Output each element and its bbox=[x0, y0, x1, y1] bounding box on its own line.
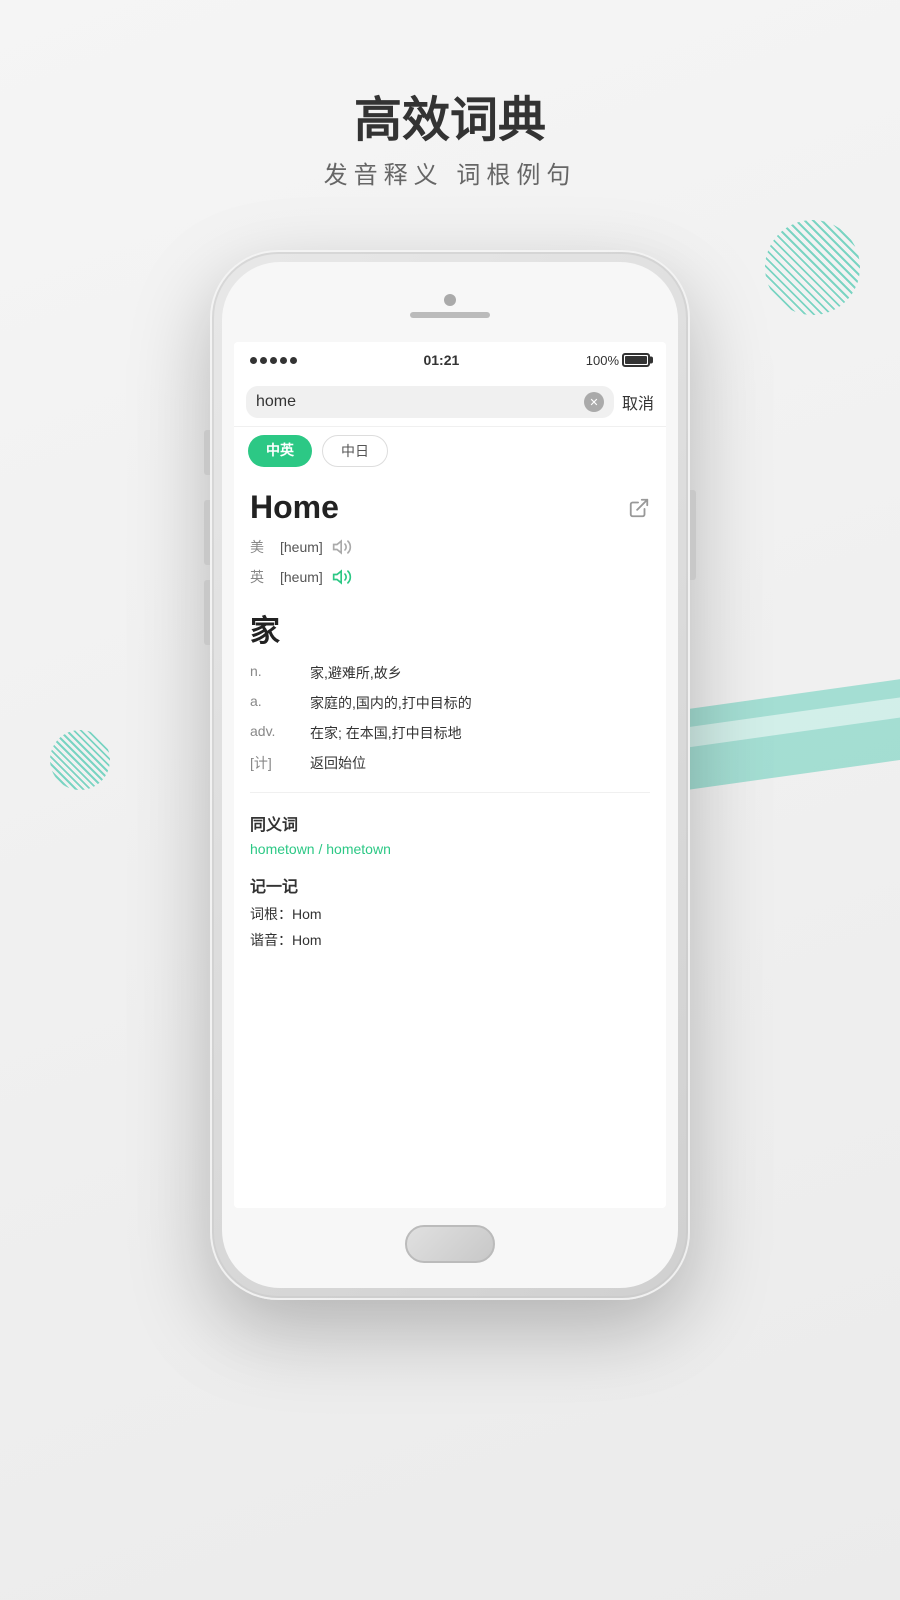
memo-section-title: 记一记 bbox=[234, 865, 666, 901]
search-bar: home ✕ 取消 bbox=[234, 378, 666, 427]
memo-sound-row: 谐音：Hom bbox=[234, 927, 666, 953]
tab-switcher: 中英 中日 bbox=[234, 427, 666, 475]
pronunciation-uk-row: 英 [heum] bbox=[234, 562, 666, 592]
cancel-button[interactable]: 取消 bbox=[622, 390, 654, 414]
word-title: Home bbox=[250, 489, 339, 526]
search-input-wrap[interactable]: home ✕ bbox=[246, 386, 614, 418]
dict-content: Home 美 [heum] bbox=[234, 475, 666, 1208]
deco-circle-left bbox=[50, 730, 110, 790]
def-pos-4: [计] bbox=[250, 753, 310, 773]
home-button[interactable] bbox=[405, 1225, 495, 1263]
tab-chinese-japanese[interactable]: 中日 bbox=[322, 435, 388, 467]
mute-button bbox=[204, 580, 210, 645]
signal-dot-1 bbox=[250, 357, 257, 364]
def-pos-3: adv. bbox=[250, 723, 310, 743]
pronunciation-us-row: 美 [heum] bbox=[234, 532, 666, 562]
search-input-text: home bbox=[256, 393, 578, 411]
volume-up-button bbox=[204, 430, 210, 475]
signal-indicator bbox=[250, 357, 297, 364]
battery-indicator: 100% bbox=[586, 353, 650, 368]
front-camera bbox=[444, 294, 456, 306]
sound-us-button[interactable] bbox=[331, 536, 353, 558]
def-text-4: 返回始位 bbox=[310, 753, 650, 773]
status-bar: 01:21 100% bbox=[234, 342, 666, 378]
def-text-1: 家,避难所,故乡 bbox=[310, 663, 650, 683]
def-pos-1: n. bbox=[250, 663, 310, 683]
def-row-4: [计] 返回始位 bbox=[234, 748, 666, 778]
page-title: 高效词典 bbox=[0, 80, 900, 150]
screen: 01:21 100% home ✕ 取消 中英 中日 bbox=[234, 342, 666, 1208]
share-icon[interactable] bbox=[628, 497, 650, 519]
def-row-1: n. 家,避难所,故乡 bbox=[234, 658, 666, 688]
memo-root-row: 词根：Hom bbox=[234, 901, 666, 927]
signal-dot-3 bbox=[270, 357, 277, 364]
def-row-2: a. 家庭的,国内的,打中目标的 bbox=[234, 688, 666, 718]
earpiece-speaker bbox=[410, 312, 490, 318]
tab-chinese-english[interactable]: 中英 bbox=[248, 435, 312, 467]
pron-us-text: [heum] bbox=[280, 539, 323, 555]
sound-uk-button[interactable] bbox=[331, 566, 353, 588]
status-time: 01:21 bbox=[423, 352, 459, 368]
synonym-link[interactable]: hometown / hometown bbox=[234, 839, 666, 865]
volume-down-button bbox=[204, 500, 210, 565]
def-text-3: 在家; 在本国,打中目标地 bbox=[310, 723, 650, 743]
deco-circle-top bbox=[765, 220, 860, 315]
word-header: Home bbox=[234, 475, 666, 532]
pron-us-label: 美 bbox=[250, 537, 272, 557]
phone-device: 01:21 100% home ✕ 取消 中英 中日 bbox=[210, 250, 690, 1300]
def-text-2: 家庭的,国内的,打中目标的 bbox=[310, 693, 650, 713]
pron-uk-text: [heum] bbox=[280, 569, 323, 585]
clear-search-button[interactable]: ✕ bbox=[584, 392, 604, 412]
signal-dot-4 bbox=[280, 357, 287, 364]
signal-dot-5 bbox=[290, 357, 297, 364]
chinese-word: 家 bbox=[234, 592, 666, 654]
def-row-3: adv. 在家; 在本国,打中目标地 bbox=[234, 718, 666, 748]
power-button bbox=[690, 490, 696, 580]
battery-percent: 100% bbox=[586, 353, 619, 368]
def-pos-2: a. bbox=[250, 693, 310, 713]
divider-1 bbox=[250, 792, 650, 793]
battery-icon bbox=[622, 353, 650, 367]
page-subtitle: 发音释义 词根例句 bbox=[0, 155, 900, 190]
pron-uk-label: 英 bbox=[250, 567, 272, 587]
phone-inner: 01:21 100% home ✕ 取消 中英 中日 bbox=[222, 262, 678, 1288]
battery-fill bbox=[625, 356, 647, 364]
definition-section: n. 家,避难所,故乡 a. 家庭的,国内的,打中目标的 adv. 在家; 在本… bbox=[234, 654, 666, 782]
synonyms-section-title: 同义词 bbox=[234, 803, 666, 839]
signal-dot-2 bbox=[260, 357, 267, 364]
